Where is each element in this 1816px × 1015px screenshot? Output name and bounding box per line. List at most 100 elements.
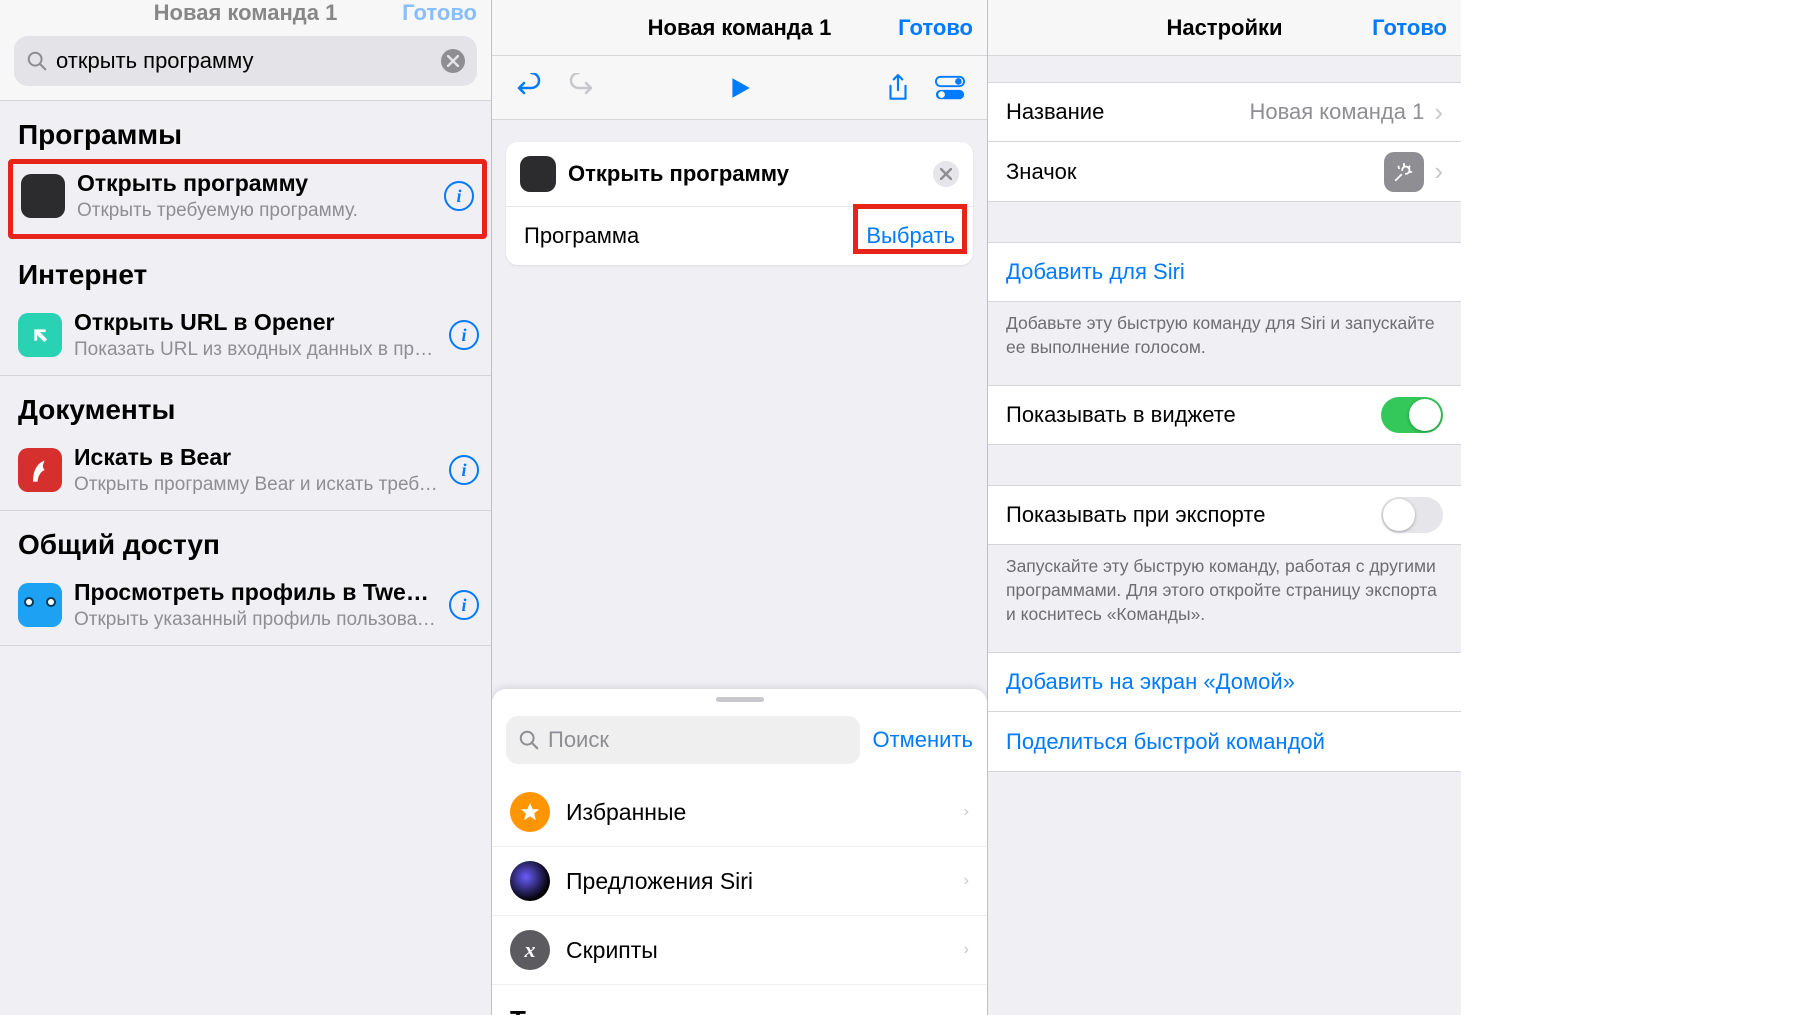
- info-icon[interactable]: i: [444, 181, 474, 211]
- done-button[interactable]: Готово: [1372, 15, 1447, 41]
- launchpad-icon: [21, 174, 65, 218]
- result-search-bear[interactable]: Искать в Bear Открыть программу Bear и и…: [0, 434, 491, 511]
- settings-body: Название Новая команда 1 › Значок › Доба…: [988, 56, 1461, 1015]
- result-subtitle: Показать URL из входных данных в прог…: [74, 339, 441, 361]
- result-subtitle: Открыть указанный профиль пользовате…: [74, 609, 441, 631]
- info-icon[interactable]: i: [449, 455, 479, 485]
- add-to-home-label: Добавить на экран «Домой»: [1006, 669, 1295, 695]
- chevron-right-icon: ›: [1434, 156, 1443, 187]
- sheet-row-scripts[interactable]: x Скрипты ›: [492, 916, 987, 985]
- name-row[interactable]: Название Новая команда 1 ›: [988, 82, 1461, 142]
- show-in-widget-switch[interactable]: [1381, 397, 1443, 433]
- search-icon: [518, 729, 540, 751]
- search-field[interactable]: [14, 36, 477, 86]
- settings-toggle-button[interactable]: [935, 73, 965, 103]
- redo-button[interactable]: [566, 73, 596, 103]
- chevron-right-icon: ›: [964, 872, 969, 890]
- page-title: Новая команда 1: [648, 15, 832, 41]
- result-title: Открыть URL в Opener: [74, 309, 441, 336]
- share-shortcut-label: Поделиться быстрой командой: [1006, 729, 1325, 755]
- result-text: Просмотреть профиль в Tweet… Открыть ука…: [62, 579, 441, 631]
- search-icon: [26, 50, 48, 72]
- icon-label: Значок: [1006, 159, 1077, 185]
- add-to-home-row[interactable]: Добавить на экран «Домой»: [988, 652, 1461, 712]
- show-on-export-switch[interactable]: [1381, 497, 1443, 533]
- siri-icon: [510, 861, 550, 901]
- result-open-app[interactable]: Открыть программу Открыть требуемую прог…: [8, 159, 487, 239]
- siri-note: Добавьте эту быструю команду для Siri и …: [988, 302, 1461, 359]
- editor-toolbar: [492, 56, 987, 120]
- name-value: Новая команда 1: [1249, 99, 1424, 125]
- page-title: Настройки: [1166, 15, 1282, 41]
- done-button[interactable]: Готово: [898, 15, 973, 41]
- editor-body: Открыть программу Программа Выбрать Поис…: [492, 120, 987, 1015]
- background-header: Новая команда 1 Готово: [0, 0, 491, 26]
- icon-row[interactable]: Значок ›: [988, 142, 1461, 202]
- script-icon: x: [510, 930, 550, 970]
- sheet-row-favorites[interactable]: Избранные ›: [492, 778, 987, 847]
- delete-action-button[interactable]: [933, 161, 959, 187]
- show-on-export-row: Показывать при экспорте: [988, 485, 1461, 545]
- sheet-row-siri[interactable]: Предложения Siri ›: [492, 847, 987, 916]
- export-note: Запускайте эту быструю команду, работая …: [988, 545, 1461, 626]
- editor-header: Новая команда 1 Готово: [492, 0, 987, 56]
- param-choose-button[interactable]: Выбрать: [866, 223, 955, 249]
- opener-icon: [18, 313, 62, 357]
- group-title: Общий доступ: [0, 511, 491, 569]
- tweetbot-icon: [18, 583, 62, 627]
- result-tweetbot-profile[interactable]: Просмотреть профиль в Tweet… Открыть ука…: [0, 569, 491, 646]
- share-shortcut-row[interactable]: Поделиться быстрой командой: [988, 712, 1461, 772]
- show-in-widget-label: Показывать в виджете: [1006, 402, 1236, 428]
- settings-panel: Настройки Готово Название Новая команда …: [988, 0, 1461, 1015]
- result-subtitle: Открыть программу Bear и искать требу…: [74, 474, 441, 496]
- undo-button[interactable]: [514, 73, 544, 103]
- info-icon[interactable]: i: [449, 320, 479, 350]
- result-title: Просмотреть профиль в Tweet…: [74, 579, 441, 606]
- action-card-open-app: Открыть программу Программа Выбрать: [506, 142, 973, 265]
- sheet-search-row: Поиск Отменить: [492, 710, 987, 778]
- search-input[interactable]: [48, 48, 441, 74]
- bear-icon: [18, 448, 62, 492]
- result-text: Открыть программу Открыть требуемую прог…: [65, 170, 436, 222]
- result-title: Открыть программу: [77, 170, 436, 197]
- action-library-sheet: Поиск Отменить Избранные › Предложения S…: [492, 689, 987, 1015]
- result-text: Искать в Bear Открыть программу Bear и и…: [62, 444, 441, 496]
- play-button[interactable]: [725, 73, 755, 103]
- clear-search-button[interactable]: [441, 49, 465, 73]
- bg-title: Новая команда 1: [154, 0, 338, 26]
- sheet-search-placeholder: Поиск: [548, 727, 609, 753]
- chevron-right-icon: ›: [1434, 97, 1443, 128]
- sheet-search-field[interactable]: Поиск: [506, 716, 860, 764]
- sheet-section-title: Типы содержимого: [492, 985, 776, 1015]
- group-title: Интернет: [0, 241, 491, 299]
- sheet-row-label: Скрипты: [566, 937, 658, 964]
- action-title: Открыть программу: [568, 161, 789, 187]
- settings-header: Настройки Готово: [988, 0, 1461, 56]
- bg-done: Готово: [402, 0, 477, 26]
- actions-search-panel: Новая команда 1 Готово Программы Открыть…: [0, 0, 491, 1015]
- results: Программы Открыть программу Открыть треб…: [0, 101, 491, 646]
- result-text: Открыть URL в Opener Показать URL из вхо…: [62, 309, 441, 361]
- param-label: Программа: [524, 223, 639, 249]
- action-param-row[interactable]: Программа Выбрать: [506, 206, 973, 265]
- result-open-url-opener[interactable]: Открыть URL в Opener Показать URL из вхо…: [0, 299, 491, 376]
- sheet-row-label: Предложения Siri: [566, 868, 753, 895]
- result-subtitle: Открыть требуемую программу.: [77, 200, 436, 222]
- result-title: Искать в Bear: [74, 444, 441, 471]
- chevron-right-icon: ›: [964, 941, 969, 959]
- shortcut-glyph-icon: [1384, 152, 1424, 192]
- share-button[interactable]: [883, 73, 913, 103]
- group-title: Программы: [0, 101, 491, 159]
- info-icon[interactable]: i: [449, 590, 479, 620]
- group-title: Документы: [0, 376, 491, 434]
- sheet-row-label: Избранные: [566, 799, 686, 826]
- chevron-right-icon: ›: [964, 803, 969, 821]
- action-header: Открыть программу: [506, 142, 973, 206]
- sheet-handle[interactable]: [716, 697, 764, 702]
- chevron-down-icon[interactable]: ⌄: [946, 1003, 969, 1015]
- add-to-siri-row[interactable]: Добавить для Siri: [988, 242, 1461, 302]
- show-on-export-label: Показывать при экспорте: [1006, 502, 1266, 528]
- editor-panel: Новая команда 1 Готово Отк: [492, 0, 987, 1015]
- show-in-widget-row: Показывать в виджете: [988, 385, 1461, 445]
- sheet-cancel-button[interactable]: Отменить: [872, 727, 973, 753]
